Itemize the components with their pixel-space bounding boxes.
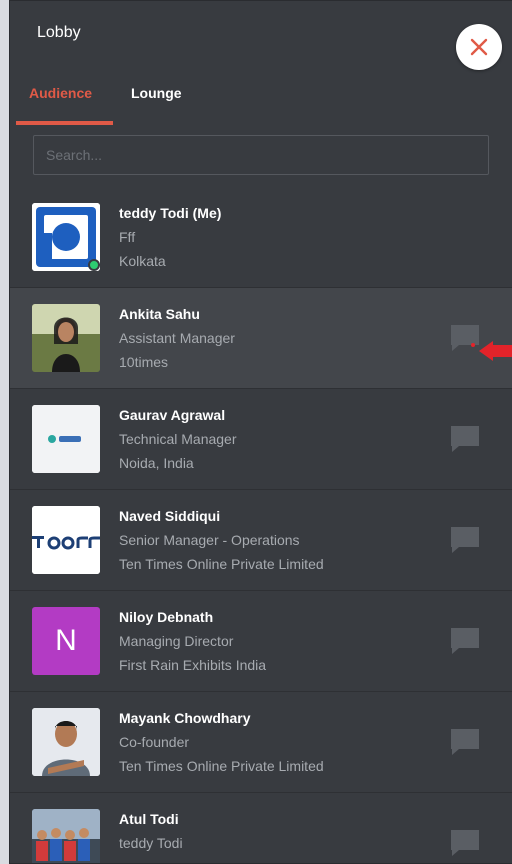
attendee-company: Ten Times Online Private Limited — [119, 556, 324, 572]
lobby-panel: Lobby Audience Lounge tedd — [9, 0, 512, 864]
avatar-letter: N — [55, 624, 77, 657]
avatar — [32, 304, 100, 372]
close-icon — [470, 38, 488, 56]
profile-photo-icon — [32, 304, 100, 372]
search-input[interactable] — [33, 135, 489, 175]
attendee-row[interactable]: Atul Todi teddy Todi — [10, 793, 512, 863]
avatar — [32, 809, 100, 863]
pointer-dot — [471, 343, 475, 347]
attendee-row[interactable]: N Niloy Debnath Managing Director First … — [10, 591, 512, 692]
tab-bar: Audience Lounge — [10, 73, 512, 127]
chat-icon[interactable] — [450, 829, 480, 857]
chat-icon[interactable] — [450, 627, 480, 655]
attendee-company: First Rain Exhibits India — [119, 657, 267, 673]
attendee-title: Co-founder — [119, 734, 190, 750]
attendee-row[interactable]: teddy Todi (Me) Fff Kolkata — [10, 187, 512, 288]
attendee-title: Assistant Manager — [119, 330, 235, 346]
attendee-name: teddy Todi (Me) — [119, 205, 222, 221]
attendee-name: Atul Todi — [119, 811, 179, 827]
chat-icon[interactable] — [450, 425, 480, 453]
group-photo-icon — [32, 809, 100, 863]
attendee-name: Naved Siddiqui — [119, 508, 221, 524]
attendee-location: Noida, India — [119, 455, 194, 471]
attendee-name: Gaurav Agrawal — [119, 407, 226, 423]
active-tab-indicator — [16, 121, 113, 125]
panel-header: Lobby — [10, 1, 512, 70]
avatar — [32, 506, 100, 574]
avatar: N — [32, 607, 100, 675]
attendee-company: 10times — [119, 354, 169, 370]
attendee-title: Senior Manager - Operations — [119, 532, 300, 548]
chat-icon[interactable] — [450, 324, 480, 352]
tab-lounge[interactable]: Lounge — [131, 85, 182, 101]
attendee-name: Niloy Debnath — [119, 609, 214, 625]
profile-photo-icon — [32, 708, 100, 776]
chat-icon[interactable] — [450, 728, 480, 756]
attendee-row[interactable]: Gaurav Agrawal Technical Manager Noida, … — [10, 389, 512, 490]
panel-title: Lobby — [37, 24, 81, 41]
attendee-location: Kolkata — [119, 253, 166, 269]
chat-icon[interactable] — [450, 526, 480, 554]
attendee-name: Ankita Sahu — [119, 306, 200, 322]
tab-audience[interactable]: Audience — [29, 85, 92, 101]
close-button[interactable] — [456, 24, 502, 70]
attendee-row[interactable]: Ankita Sahu Assistant Manager 10times — [10, 288, 512, 389]
attendee-list: teddy Todi (Me) Fff Kolkata Ankita Sahu … — [10, 187, 512, 863]
attendee-name: Mayank Chowdhary — [119, 710, 251, 726]
annotation-arrow-shaft — [492, 345, 512, 357]
attendee-row[interactable]: Mayank Chowdhary Co-founder Ten Times On… — [10, 692, 512, 793]
attendee-title: Managing Director — [119, 633, 234, 649]
attendee-company: Ten Times Online Private Limited — [119, 758, 324, 774]
attendee-title: Fff — [119, 229, 136, 245]
attendee-title: teddy Todi — [119, 835, 183, 851]
online-status-dot — [88, 259, 100, 271]
attendee-title: Technical Manager — [119, 431, 237, 447]
avatar — [32, 708, 100, 776]
avatar — [32, 405, 100, 473]
annotation-arrow-icon — [479, 341, 493, 361]
attendee-row[interactable]: Naved Siddiqui Senior Manager - Operatio… — [10, 490, 512, 591]
company-logo-icon — [32, 405, 100, 473]
floor-logo-icon — [32, 506, 100, 574]
